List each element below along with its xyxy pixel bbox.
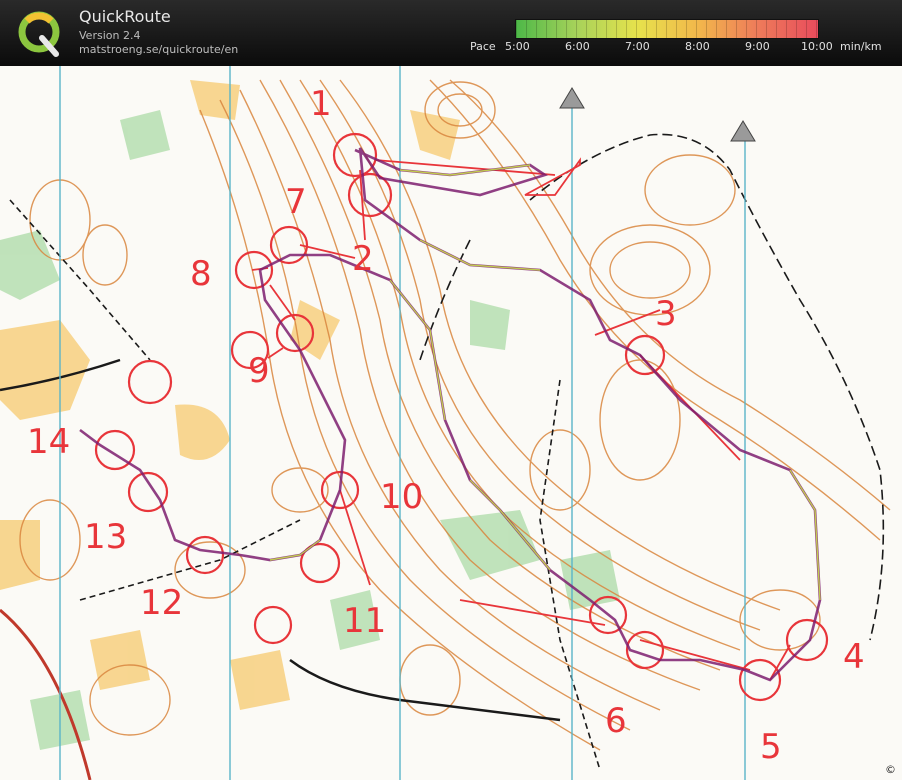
contour-lines: [19, 79, 891, 751]
control-number-3: 3: [655, 294, 677, 334]
app-version: Version 2.4: [79, 29, 141, 42]
control-number-13: 13: [84, 517, 127, 557]
control-number-11: 11: [343, 601, 386, 641]
control-number-5: 5: [760, 727, 782, 767]
pace-tick: 9:00: [745, 40, 770, 53]
control-number-2: 2: [352, 239, 374, 279]
control-number-4: 4: [843, 637, 865, 677]
pace-tick: 6:00: [565, 40, 590, 53]
copyright-mark: ©: [885, 763, 896, 776]
pace-tick: 8:00: [685, 40, 710, 53]
pace-color-scale: [515, 19, 819, 39]
pace-tick: 7:00: [625, 40, 650, 53]
control-number-7: 7: [285, 182, 307, 222]
pace-label: Pace: [470, 40, 496, 53]
north-lines: [59, 66, 746, 780]
pace-tick: 10:00: [801, 40, 833, 53]
control-number-1: 1: [310, 84, 332, 124]
pace-tick: 5:00: [505, 40, 530, 53]
control-number-10: 10: [380, 477, 423, 517]
control-number-14: 14: [27, 422, 70, 462]
pace-unit: min/km: [840, 40, 882, 53]
north-arrow-icons: [559, 87, 756, 142]
orienteering-map[interactable]: 1 2 3 4 5 6 7 8 9 10 11 12 13 14 ©: [0, 66, 902, 780]
control-number-12: 12: [140, 583, 183, 623]
control-number-6: 6: [605, 701, 627, 741]
map-canvas: 1 2 3 4 5 6 7 8 9 10 11 12 13 14: [0, 66, 891, 780]
control-number-8: 8: [190, 254, 212, 294]
app-url[interactable]: matstroeng.se/quickroute/en: [79, 43, 238, 56]
app-name: QuickRoute: [79, 7, 171, 26]
app-header: QuickRoute Version 2.4 matstroeng.se/qui…: [0, 0, 902, 66]
quickroute-logo-icon: [18, 11, 60, 57]
control-number-9: 9: [248, 351, 270, 391]
